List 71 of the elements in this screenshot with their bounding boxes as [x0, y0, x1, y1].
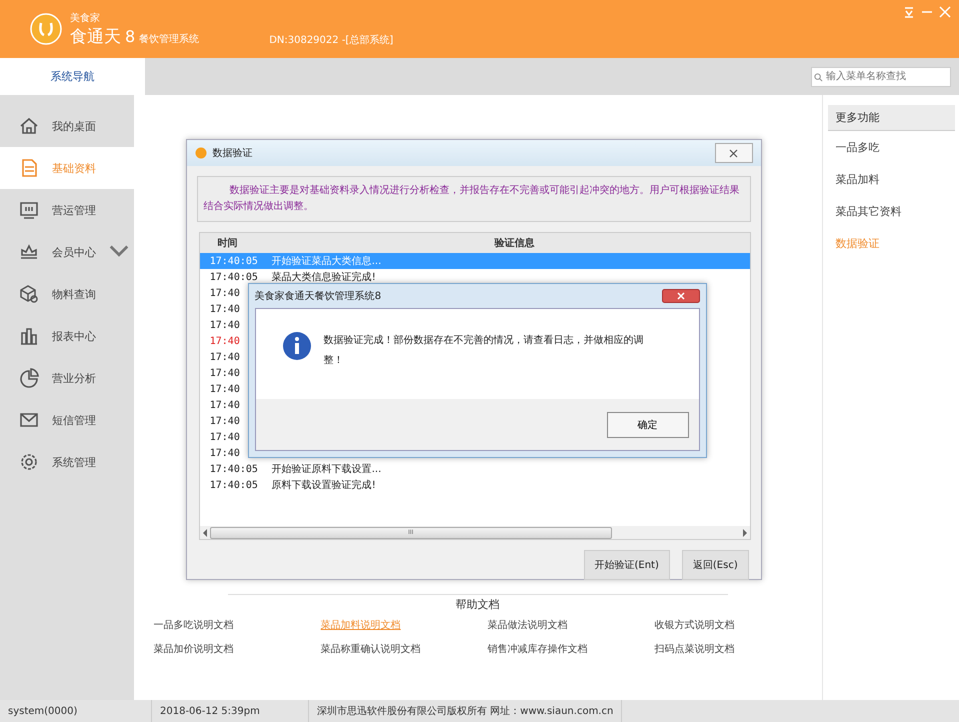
sidebar-item[interactable]: 报表中心	[0, 315, 134, 357]
close-icon	[729, 148, 738, 158]
sidebar-item[interactable]: 我的桌面	[0, 105, 134, 147]
dialog-title: 数据验证	[212, 147, 253, 160]
log-time: 17:40	[210, 400, 240, 410]
sidebar-item[interactable]: 物料查询	[0, 273, 134, 315]
more-item[interactable]: 一品多吃	[828, 131, 955, 163]
help-link[interactable]: 菜品做法说明文档	[488, 618, 655, 632]
log-message: 开始验证原料下载设置...	[272, 462, 382, 476]
log-time: 17:40	[210, 368, 240, 378]
device-number: DN:30829022 -[总部系统]	[269, 34, 394, 47]
log-time: 17:40:05	[210, 480, 258, 490]
app-icon	[194, 147, 207, 159]
log-time: 17:40:05	[210, 464, 258, 474]
column-header: 时间	[216, 236, 239, 250]
description-text: 数据验证主要是对基础资料录入情况进行分析检查，并报告存在不完善或可能引起冲突的地方。用户可根据验证结果结合实际情况做出调整。	[196, 176, 751, 222]
log-message: 原料下载设置验证完成!	[272, 478, 376, 492]
log-message: 开始验证菜品大类信息...	[272, 254, 382, 268]
bars-icon	[18, 325, 40, 347]
home-icon	[18, 115, 40, 137]
panel-title: 更多功能	[828, 105, 955, 131]
close-button[interactable]	[662, 289, 700, 303]
sidebar-item[interactable]: 营运管理	[0, 189, 134, 231]
gear-icon	[18, 451, 40, 473]
log-row[interactable]: 17:40:05 原料下载设置验证完成!	[200, 477, 750, 493]
help-title: 帮助文档	[228, 594, 728, 612]
log-time: 17:40	[210, 304, 240, 314]
log-time: 17:40:05	[210, 272, 258, 282]
info-icon	[282, 331, 312, 361]
pie-icon	[18, 367, 40, 389]
sidebar-item[interactable]: 系统管理	[0, 441, 134, 483]
app-subtitle: 餐饮管理系统	[139, 32, 200, 46]
search-field[interactable]: 输入菜单名称查找	[811, 66, 951, 86]
sidebar-item[interactable]: 短信管理	[0, 399, 134, 441]
status-text: system(0000)	[0, 700, 152, 722]
search-icon	[814, 72, 823, 82]
brand-small-text: 美食家	[70, 12, 101, 24]
help-link[interactable]: 菜品加价说明文档	[154, 642, 321, 656]
column-header: 验证信息	[493, 236, 536, 250]
message-box-title: 美食家食通天餐饮管理系统8	[254, 290, 382, 303]
help-link[interactable]: 收银方式说明文档	[654, 618, 822, 632]
log-time: 17:40:05	[210, 256, 258, 266]
log-time: 17:40	[210, 384, 240, 394]
version-number: 8	[125, 26, 136, 46]
more-item[interactable]: 菜品其它资料	[828, 195, 955, 227]
more-item[interactable]: 菜品加料	[828, 163, 955, 195]
help-link[interactable]: 销售冲减库存操作文档	[488, 642, 655, 656]
message-text: 数据验证完成！部份数据存在不完善的情况，请查看日志，并做相应的调整！	[324, 334, 645, 368]
help-link[interactable]: 一品多吃说明文档	[154, 618, 321, 632]
help-link[interactable]: 菜品称重确认说明文档	[320, 642, 488, 656]
dialog-button[interactable]: 返回(Esc)	[682, 550, 749, 580]
box-icon	[18, 283, 40, 305]
log-time: 17:40	[210, 448, 240, 458]
sidebar-item[interactable]: 营业分析	[0, 357, 134, 399]
monitor-icon	[18, 199, 40, 221]
log-row[interactable]: 17:40:05 菜品大类信息验证完成!	[200, 269, 750, 285]
log-row[interactable]: 17:40:05 开始验证原料下载设置...	[200, 461, 750, 477]
log-time: 17:40	[210, 320, 240, 330]
log-time: 17:40	[210, 432, 240, 442]
log-message: 菜品大类信息验证完成!	[272, 270, 376, 284]
status-text: 深圳市思迅软件股份有限公司版权所有 网址：www.siaun.com.cn	[309, 700, 622, 722]
brand-name: 食通天	[70, 26, 121, 48]
help-link[interactable]: 扫码点菜说明文档	[654, 642, 822, 656]
sidebar-item[interactable]: 会员中心	[0, 231, 134, 273]
nav-tab[interactable]: 系统导航	[0, 58, 145, 95]
logo-icon	[30, 13, 62, 45]
dialog-button[interactable]: 开始验证(Ent)	[584, 550, 670, 580]
close-button[interactable]	[714, 143, 753, 163]
status-text: 2018-06-12 5:39pm	[152, 700, 309, 722]
ok-button[interactable]: 确定	[606, 412, 689, 438]
scroll-right-icon[interactable]	[742, 528, 748, 536]
